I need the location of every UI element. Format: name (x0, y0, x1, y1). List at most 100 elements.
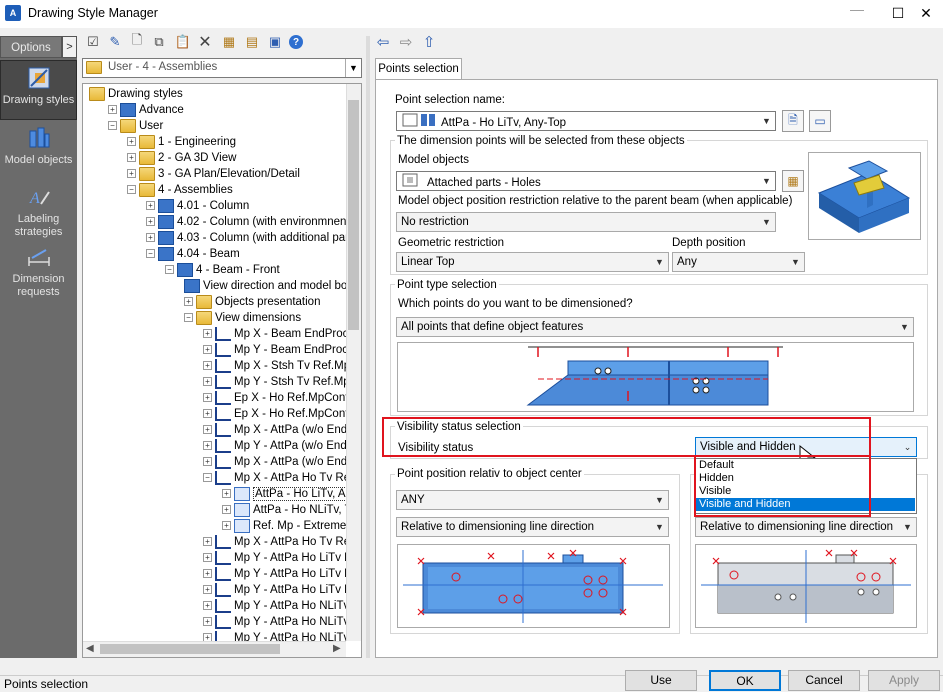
back-arrow-icon[interactable]: ⇦ (374, 33, 392, 51)
delete-icon[interactable]: ✕ (196, 33, 214, 51)
tree-item[interactable]: + Mp Y - AttPa Ho NLiTv Re (203, 598, 361, 614)
expand-toggle-icon[interactable]: + (203, 345, 212, 355)
preview-icon[interactable]: ▣ (266, 33, 284, 51)
tree-item[interactable]: + Ep X - Ho Ref.MpContourE (203, 406, 361, 422)
expand-toggle-icon[interactable]: + (127, 153, 136, 163)
expand-toggle-icon[interactable]: + (203, 441, 212, 451)
use-button[interactable]: Use (625, 670, 697, 691)
tree-item[interactable]: − 4 - Assemblies (127, 182, 233, 198)
expand-toggle-icon[interactable]: + (203, 457, 212, 467)
tree-item[interactable]: Drawing styles (89, 86, 183, 102)
tree-item[interactable]: + Mp Y - AttPa Ho NLiTv Re (203, 614, 361, 630)
scroll-left-icon[interactable]: ◀ (86, 643, 94, 654)
tree-item[interactable]: + Mp X - AttPa (w/o End&Ha (203, 454, 361, 470)
forward-arrow-icon[interactable]: ⇨ (397, 33, 415, 51)
paste-icon[interactable]: 📋 (174, 33, 192, 51)
expand-toggle-icon[interactable]: + (222, 489, 231, 499)
tree-item[interactable]: +2 - GA 3D View (127, 150, 236, 166)
sidebar-item-model-objects[interactable]: Model objects (0, 125, 77, 173)
edit-selection-button[interactable]: 🗎 (782, 110, 804, 132)
expand-toggle-icon[interactable]: + (203, 425, 212, 435)
expand-toggle-icon[interactable]: + (146, 201, 155, 211)
up-arrow-icon[interactable]: ⇧ (420, 33, 438, 51)
expand-toggle-icon[interactable]: − (146, 249, 155, 259)
import-icon[interactable]: ▤ (243, 33, 261, 51)
sidebar-item-drawing-styles[interactable]: Drawing styles (0, 60, 77, 120)
tree-item[interactable]: + Mp X - AttPa (w/o End&Ha (203, 422, 361, 438)
help-icon[interactable]: ? (289, 35, 303, 49)
expand-toggle-icon[interactable]: + (203, 601, 212, 611)
tree-item[interactable]: + Mp Y - Beam EndProcessi (203, 342, 361, 358)
maximize-button[interactable]: ☐ (886, 4, 910, 22)
restriction-combo[interactable]: No restriction ▼ (396, 212, 776, 232)
expand-toggle-icon[interactable]: + (203, 361, 212, 371)
chevron-down-icon[interactable]: ▼ (345, 59, 361, 77)
tree-item[interactable]: +4.02 - Column (with environmnent) (146, 214, 353, 230)
expand-toggle-icon[interactable]: − (108, 121, 117, 131)
sidebar-item-dimension-requests[interactable]: Dimension requests (0, 244, 77, 298)
depth-position-combo[interactable]: Any ▼ (672, 252, 805, 272)
expand-toggle-icon[interactable]: + (146, 233, 155, 243)
tree-item[interactable]: − 4 - Beam - Front (165, 262, 280, 278)
expand-toggle-icon[interactable]: + (203, 617, 212, 627)
expand-toggle-icon[interactable]: + (203, 585, 212, 595)
style-tree[interactable]: Drawing styles + Advance − User +1 - Engineer… (82, 83, 362, 658)
tree-item[interactable]: + Advance (108, 102, 184, 118)
close-button[interactable]: ✕ (914, 4, 938, 22)
preview-selection-button[interactable]: ▭ (809, 110, 831, 132)
expand-toggle-icon[interactable]: − (127, 185, 136, 195)
model-object-properties-button[interactable]: ▦ (782, 170, 804, 192)
tree-item[interactable]: − Mp X - AttPa Ho Tv Ref.M (203, 470, 361, 486)
scroll-right-icon[interactable]: ▶ (333, 643, 341, 654)
expand-toggle-icon[interactable]: − (184, 313, 193, 323)
tree-item[interactable]: + Mp X - AttPa Ho Tv Ref.M (203, 534, 361, 550)
expand-toggle-icon[interactable]: + (108, 105, 117, 115)
tree-item[interactable]: View direction and model box (184, 278, 353, 294)
edit-icon[interactable]: ✎ (106, 33, 124, 51)
sidebar-item-labeling-strategies[interactable]: A Labeling strategies (0, 184, 77, 238)
expand-toggle-icon[interactable]: + (127, 137, 136, 147)
expand-toggle-icon[interactable]: + (203, 393, 212, 403)
expand-toggle-icon[interactable]: + (127, 169, 136, 179)
expand-toggle-icon[interactable]: − (203, 473, 212, 483)
point-selection-name-combo[interactable]: AttPa - Ho LiTv, Any-Top ▼ (396, 111, 776, 131)
expand-toggle-icon[interactable]: + (184, 297, 193, 307)
expand-toggle-icon[interactable]: − (165, 265, 174, 275)
minimize-button[interactable]: — (845, 0, 869, 18)
panel-splitter[interactable] (366, 36, 370, 658)
tree-item[interactable]: +3 - GA Plan/Elevation/Detail (127, 166, 300, 182)
expand-toggle-icon[interactable]: + (203, 537, 212, 547)
tree-item[interactable]: + Mp Y - Stsh Tv Ref.MpExt (203, 374, 361, 390)
geometric-restriction-combo[interactable]: Linear Top ▼ (396, 252, 669, 272)
tree-hscroll-thumb[interactable] (100, 644, 280, 654)
options-expand-button[interactable]: > (62, 36, 77, 58)
expand-toggle-icon[interactable]: + (146, 217, 155, 227)
tree-item[interactable]: + Mp Y - AttPa Ho LiTv Ref. (203, 550, 361, 566)
tree-item[interactable]: − 4.04 - Beam (146, 246, 240, 262)
tree-item[interactable]: + Mp X - Stsh Tv Ref.MpExt (203, 358, 361, 374)
model-objects-combo[interactable]: Attached parts - Holes ▼ (396, 171, 776, 191)
new-icon[interactable]: 🗋 (128, 32, 146, 51)
tree-item[interactable]: +4.03 - Column (with additional parts) (146, 230, 361, 246)
copy-icon[interactable]: ⧉ (150, 33, 168, 51)
tree-item[interactable]: + Ref. Mp - Extreme (222, 518, 346, 534)
tree-scroll-thumb[interactable] (348, 100, 359, 330)
expand-toggle-icon[interactable]: + (203, 553, 212, 563)
tree-item[interactable]: +4.01 - Column (146, 198, 249, 214)
tree-item[interactable]: + AttPa - Ho NLiTv, Top (222, 502, 361, 518)
expand-toggle-icon[interactable]: + (203, 329, 212, 339)
tree-item[interactable]: + Mp Y - AttPa (w/o End&Ha (203, 438, 361, 454)
tree-item[interactable]: + Mp Y - AttPa Ho LiTv Ref. (203, 582, 361, 598)
tree-item[interactable]: − View dimensions (184, 310, 301, 326)
expand-toggle-icon[interactable]: + (222, 505, 231, 515)
expand-toggle-icon[interactable]: + (203, 569, 212, 579)
tree-item[interactable]: + Mp X - Beam EndProcessi (203, 326, 361, 342)
which-points-combo[interactable]: All points that define object features ▼ (396, 317, 914, 337)
position-left-combo[interactable]: ANY ▼ (396, 490, 669, 510)
tree-item[interactable]: + Ep X - Ho Ref.MpContourT (203, 390, 361, 406)
tree-item[interactable]: + AttPa - Ho LiTv, Any-T (222, 486, 361, 502)
apply-button[interactable]: Apply (868, 670, 940, 691)
tree-item[interactable]: + Objects presentation (184, 294, 320, 310)
expand-toggle-icon[interactable]: + (203, 377, 212, 387)
tree-item[interactable]: + Mp Y - AttPa Ho LiTv Ref. (203, 566, 361, 582)
